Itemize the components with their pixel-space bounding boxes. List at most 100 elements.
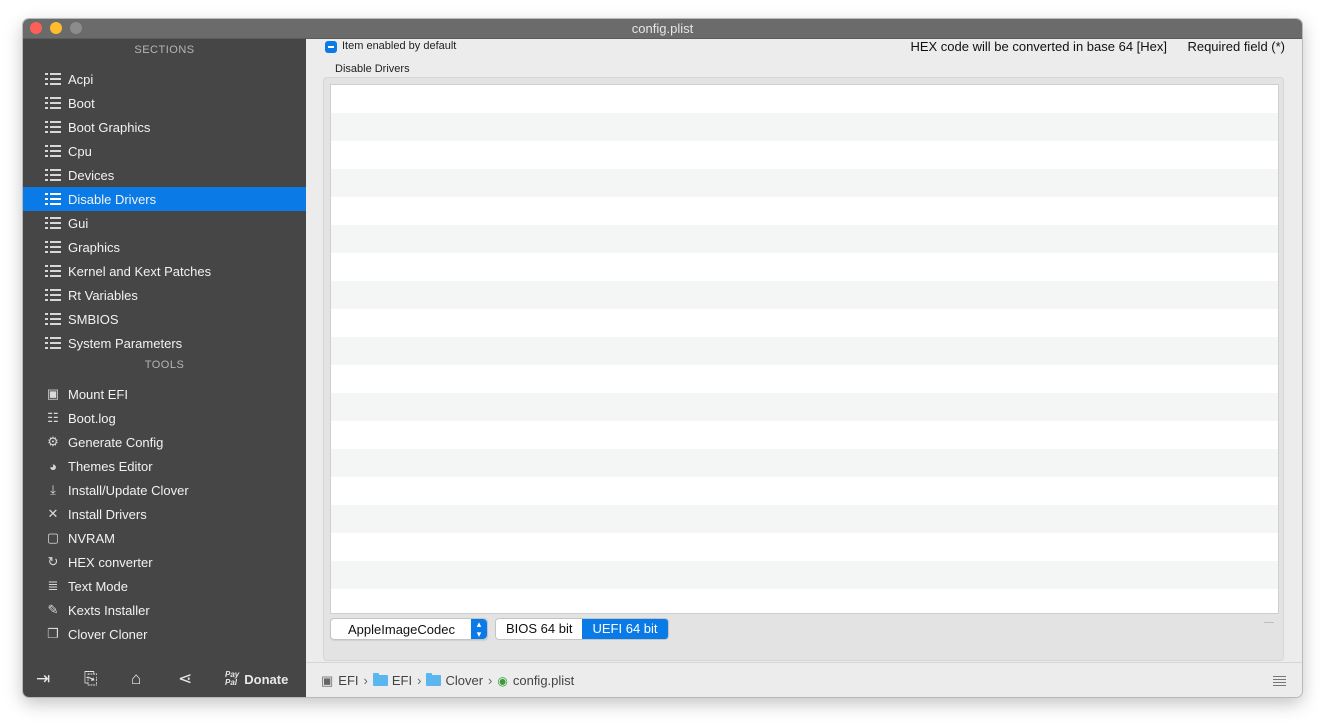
import-icon[interactable]: ⇥ xyxy=(36,670,50,688)
table-row[interactable] xyxy=(331,449,1278,477)
drivers-table[interactable] xyxy=(330,84,1279,614)
disk-icon: ▣ xyxy=(46,386,60,401)
list-icon xyxy=(45,167,61,183)
hamburger-menu-icon[interactable] xyxy=(1273,676,1286,686)
enabled-default-checkbox[interactable] xyxy=(325,41,337,53)
remove-row-button[interactable] xyxy=(1264,622,1274,623)
text-lines-icon: ≣ xyxy=(47,578,59,593)
table-row[interactable] xyxy=(331,85,1278,113)
table-row[interactable] xyxy=(331,225,1278,253)
list-icon xyxy=(45,143,61,159)
folder-icon xyxy=(426,673,442,686)
sidebar-item-acpi[interactable]: Acpi xyxy=(23,67,306,91)
sidebar-item-label: System Parameters xyxy=(68,335,183,351)
table-row[interactable] xyxy=(331,113,1278,141)
home-icon[interactable]: ⌂ xyxy=(131,670,141,688)
title-bar[interactable]: config.plist xyxy=(23,19,1302,39)
sidebar-tool-install-drivers[interactable]: ✕ Install Drivers xyxy=(23,502,306,526)
sidebar-tool-nvram[interactable]: ▢ NVRAM xyxy=(23,526,306,550)
bitness-segmented-control: BIOS 64 bit UEFI 64 bit xyxy=(495,618,669,640)
sidebar-item-label: Kernel and Kext Patches xyxy=(68,263,212,279)
sidebar-item-gui[interactable]: Gui xyxy=(23,211,306,235)
list-icon xyxy=(45,311,61,327)
sections-header: SECTIONS xyxy=(134,44,195,56)
driver-popup[interactable]: AppleImageCodec ▴ ▾ xyxy=(330,618,488,640)
sidebar-item-label: NVRAM xyxy=(68,530,115,546)
gears-icon: ⚙ xyxy=(47,434,59,449)
segment-bios-64-bit[interactable]: BIOS 64 bit xyxy=(496,619,583,639)
segment-uefi-64-bit[interactable]: UEFI 64 bit xyxy=(582,619,668,639)
sidebar-tool-generate-config[interactable]: ⚙ Generate Config xyxy=(23,430,306,454)
sidebar-tool-hex-converter[interactable]: ↻ HEX converter xyxy=(23,550,306,574)
crumb-efi-volume[interactable]: EFI xyxy=(338,673,358,688)
sidebar-tool-clover-cloner[interactable]: ❐ Clover Cloner xyxy=(23,622,306,646)
table-row[interactable] xyxy=(331,365,1278,393)
list-icon xyxy=(45,71,61,87)
sidebar-item-disable-drivers[interactable]: Disable Drivers xyxy=(23,187,306,211)
sidebar-tool-themes-editor[interactable]: ◕ Themes Editor xyxy=(23,454,306,478)
sidebar-item-cpu[interactable]: Cpu xyxy=(23,139,306,163)
table-row[interactable] xyxy=(331,421,1278,449)
crumb-separator: › xyxy=(417,673,422,688)
palette-icon: ◕ xyxy=(49,458,57,474)
table-row[interactable] xyxy=(331,309,1278,337)
table-row[interactable] xyxy=(331,477,1278,505)
sidebar-item-kernel-and-kext-patches[interactable]: Kernel and Kext Patches xyxy=(23,259,306,283)
table-row[interactable] xyxy=(331,505,1278,533)
sidebar-item-label: Generate Config xyxy=(68,434,164,450)
sidebar-item-boot-graphics[interactable]: Boot Graphics xyxy=(23,115,306,139)
share-icon[interactable]: ⋖ xyxy=(178,670,192,688)
sidebar-item-label: Kexts Installer xyxy=(68,602,150,618)
table-row[interactable] xyxy=(331,197,1278,225)
sidebar-item-label: Boot Graphics xyxy=(68,119,151,135)
sidebar-item-smbios[interactable]: SMBIOS xyxy=(23,307,306,331)
sidebar-item-label: HEX converter xyxy=(68,554,153,570)
table-row[interactable] xyxy=(331,561,1278,589)
sidebar-tool-mount-efi[interactable]: ▣ Mount EFI xyxy=(23,382,306,406)
sidebar-tool-boot-log[interactable]: ☷ Boot.log xyxy=(23,406,306,430)
table-row[interactable] xyxy=(331,589,1278,613)
sidebar-item-rt-variables[interactable]: Rt Variables xyxy=(23,283,306,307)
log-search-icon: ☷ xyxy=(47,410,59,425)
table-row[interactable] xyxy=(331,281,1278,309)
export-file-icon[interactable]: ⎘ xyxy=(84,670,98,688)
table-row[interactable] xyxy=(331,141,1278,169)
sidebar-item-label: Gui xyxy=(68,215,89,231)
table-row[interactable] xyxy=(331,533,1278,561)
donate-button[interactable]: Pay Pal Donate xyxy=(225,671,288,687)
sidebar-item-boot[interactable]: Boot xyxy=(23,91,306,115)
sidebar-tool-kexts-installer[interactable]: ✎ Kexts Installer xyxy=(23,598,306,622)
window-title: config.plist xyxy=(631,21,694,36)
sidebar-item-label: Clover Cloner xyxy=(68,626,148,642)
path-bar: ▣ EFI › EFI › Clover › ◉ config.plist xyxy=(306,662,1302,697)
sidebar-item-label: Graphics xyxy=(68,239,121,255)
table-row[interactable] xyxy=(331,393,1278,421)
sidebar-item-label: Devices xyxy=(68,167,115,183)
list-icon xyxy=(45,239,61,255)
crumb-config-file[interactable]: ◉ config.plist xyxy=(497,673,574,688)
sidebar-tool-text-mode[interactable]: ≣ Text Mode xyxy=(23,574,306,598)
group-label: Disable Drivers xyxy=(335,63,410,75)
sidebar-item-label: Boot xyxy=(68,95,95,111)
crumb-separator: › xyxy=(363,673,368,688)
sidebar-item-label: Cpu xyxy=(68,143,92,159)
table-row[interactable] xyxy=(331,337,1278,365)
list-icon xyxy=(45,263,61,279)
table-row[interactable] xyxy=(331,169,1278,197)
list-icon xyxy=(45,191,61,207)
sidebar-item-devices[interactable]: Devices xyxy=(23,163,306,187)
sidebar-item-system-parameters[interactable]: System Parameters xyxy=(23,331,306,355)
sidebar-item-label: Text Mode xyxy=(68,578,128,594)
app-window: config.plist SECTIONS Acpi Boot Boot Graph… xyxy=(23,19,1302,697)
sidebar-tool-install-update-clover[interactable]: ⤓ Install/Update Clover xyxy=(23,478,306,502)
chevron-updown-icon: ▴ ▾ xyxy=(471,619,487,639)
crumb-efi-folder[interactable]: EFI xyxy=(372,673,412,688)
table-row[interactable] xyxy=(331,253,1278,281)
tools-icon: ✕ xyxy=(47,506,59,521)
crumb-clover-folder[interactable]: Clover xyxy=(426,673,483,688)
sidebar-item-label: Rt Variables xyxy=(68,287,138,303)
sidebar-item-graphics[interactable]: Graphics xyxy=(23,235,306,259)
list-icon xyxy=(45,215,61,231)
sidebar-item-label: SMBIOS xyxy=(68,311,119,327)
required-note: Required field (*) xyxy=(1187,39,1285,54)
